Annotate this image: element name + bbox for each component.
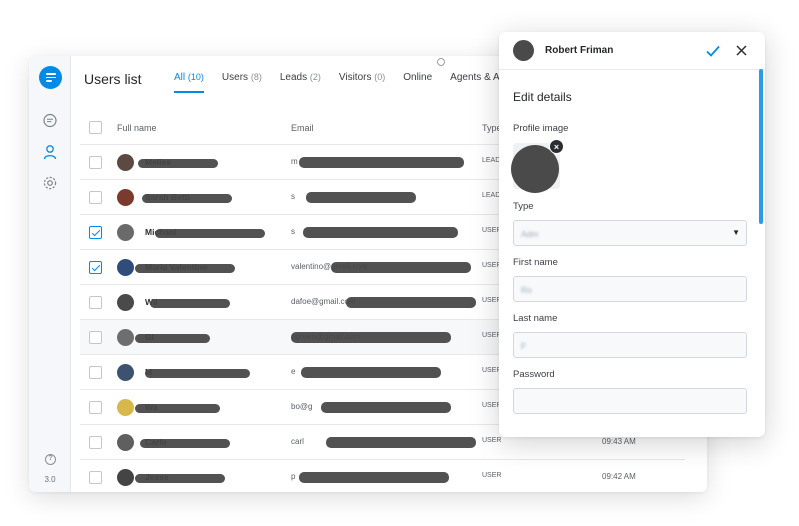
tab-all[interactable]: All (10) — [174, 72, 204, 93]
avatar — [117, 154, 134, 171]
user-email: carl — [291, 437, 304, 446]
profile-image[interactable]: × — [511, 139, 564, 193]
panel-scrollbar[interactable] — [759, 69, 763, 224]
password-label: Password — [513, 369, 555, 380]
tab-users[interactable]: Users (8) — [222, 72, 262, 93]
avatar — [117, 399, 134, 416]
password-field[interactable] — [513, 388, 747, 414]
type-select[interactable]: Adm ▼ — [513, 220, 747, 246]
last-name-label: Last name — [513, 313, 558, 324]
type-label: Type — [513, 201, 534, 212]
gear-icon[interactable] — [42, 175, 58, 191]
page-title: Users list — [84, 71, 142, 87]
redaction-mark — [140, 439, 230, 448]
user-email: s — [291, 192, 295, 201]
redaction-mark — [346, 297, 476, 308]
redaction-mark — [299, 157, 464, 168]
redaction-mark — [291, 332, 451, 343]
user-type: USER — [482, 437, 502, 444]
redaction-mark — [145, 369, 250, 378]
last-activity-time: 09:43 AM — [602, 437, 636, 446]
chat-bubble-icon[interactable] — [42, 113, 58, 129]
column-full-name[interactable]: Full name — [117, 123, 157, 133]
user-email: m — [291, 157, 298, 166]
last-name-field[interactable]: F — [513, 332, 747, 358]
panel-user-name: Robert Friman — [545, 45, 614, 56]
user-email: bo@g — [291, 402, 313, 411]
row-checkbox[interactable] — [89, 261, 102, 274]
window-handle-dot — [437, 58, 445, 66]
redaction-mark — [138, 159, 218, 168]
tab-visitors[interactable]: Visitors (0) — [339, 72, 385, 93]
redaction-mark — [155, 229, 265, 238]
redaction-mark — [135, 474, 225, 483]
redaction-mark — [301, 367, 441, 378]
avatar — [117, 434, 134, 451]
column-email[interactable]: Email — [291, 123, 314, 133]
sidebar: ? 3.0 — [29, 56, 71, 492]
help-icon[interactable]: ? — [45, 454, 56, 465]
profile-image-label: Profile image — [513, 123, 569, 134]
user-email: p — [291, 472, 296, 481]
panel-header: Robert Friman — [499, 32, 765, 70]
avatar — [117, 364, 134, 381]
user-email: e — [291, 367, 296, 376]
panel-title: Edit details — [513, 90, 572, 104]
redaction-mark — [135, 404, 220, 413]
user-email: s — [291, 227, 295, 236]
first-name-label: First name — [513, 257, 558, 268]
row-checkbox[interactable] — [89, 331, 102, 344]
row-checkbox[interactable] — [89, 471, 102, 484]
close-icon[interactable] — [736, 45, 747, 56]
select-all-checkbox[interactable] — [89, 121, 102, 134]
version-label: 3.0 — [44, 475, 56, 484]
redaction-mark — [299, 472, 449, 483]
avatar — [117, 329, 134, 346]
edit-user-panel: Robert Friman Edit details Profile image… — [499, 32, 765, 437]
remove-image-icon[interactable]: × — [549, 139, 564, 154]
first-name-value: Ro — [521, 285, 532, 295]
filter-tabs: All (10) Users (8) Leads (2) Visitors (0… — [174, 72, 523, 93]
tab-agents-admins[interactable]: Agents & Ad — [450, 72, 505, 93]
last-activity-time: 09:42 AM — [602, 472, 636, 481]
row-checkbox[interactable] — [89, 191, 102, 204]
user-type: USER — [482, 472, 502, 479]
redaction-mark — [321, 402, 451, 413]
redaction-mark — [326, 437, 476, 448]
row-checkbox[interactable] — [89, 226, 102, 239]
user-type: LEAD — [482, 157, 501, 164]
redaction-mark — [306, 192, 416, 203]
redaction-mark — [150, 299, 230, 308]
avatar — [117, 189, 134, 206]
save-check-icon[interactable] — [706, 45, 720, 57]
chevron-down-icon: ▼ — [732, 228, 740, 237]
first-name-field[interactable]: Ro — [513, 276, 747, 302]
avatar — [117, 259, 134, 276]
tab-online[interactable]: Online — [403, 72, 432, 93]
row-checkbox[interactable] — [89, 366, 102, 379]
user-type: LEAD — [482, 192, 501, 199]
avatar — [513, 40, 534, 61]
row-checkbox[interactable] — [89, 156, 102, 169]
avatar — [117, 294, 134, 311]
last-name-value: F — [521, 341, 527, 351]
redaction-mark — [303, 227, 458, 238]
row-checkbox[interactable] — [89, 401, 102, 414]
table-row[interactable]: JessepUSER09:42 AM — [80, 460, 685, 492]
row-checkbox[interactable] — [89, 296, 102, 309]
avatar — [117, 224, 134, 241]
row-checkbox[interactable] — [89, 436, 102, 449]
type-value: Adm — [521, 229, 539, 239]
avatar — [117, 469, 134, 486]
redaction-mark — [135, 334, 210, 343]
tab-leads[interactable]: Leads (2) — [280, 72, 321, 93]
app-logo-icon[interactable] — [39, 66, 62, 89]
redaction-mark — [331, 262, 471, 273]
redaction-mark — [142, 194, 232, 203]
user-icon[interactable] — [42, 144, 58, 160]
redaction-mark — [135, 264, 235, 273]
